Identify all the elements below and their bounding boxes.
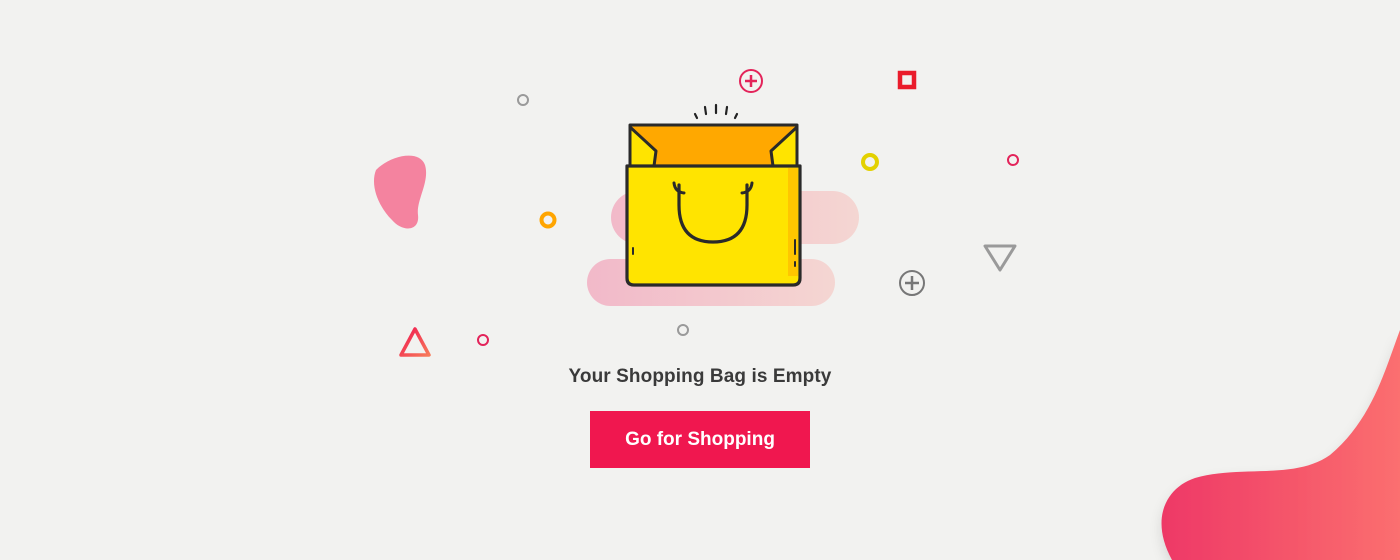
pink-blob-shape (373, 155, 427, 229)
gray-plus-icon (899, 270, 925, 296)
pink-ring-icon (477, 334, 489, 346)
go-shopping-button[interactable]: Go for Shopping (590, 411, 810, 468)
gray-ring-icon (517, 94, 529, 106)
red-square-icon (897, 70, 917, 90)
gray-ring-icon (677, 324, 689, 336)
empty-cart-page: Your Shopping Bag is Empty Go for Shoppi… (0, 0, 1400, 560)
empty-bag-illustration (373, 69, 1400, 560)
background-blob-shape (1161, 330, 1400, 560)
orange-ring-icon (539, 211, 557, 229)
shopping-bag-icon (625, 103, 802, 287)
pink-ring-icon (1007, 154, 1019, 166)
empty-bag-message: Your Shopping Bag is Empty (568, 366, 832, 387)
yellow-ring-icon (861, 153, 879, 171)
gray-triangle-icon (983, 244, 1017, 272)
pink-plus-icon (739, 69, 763, 93)
red-triangle-icon (399, 327, 431, 357)
